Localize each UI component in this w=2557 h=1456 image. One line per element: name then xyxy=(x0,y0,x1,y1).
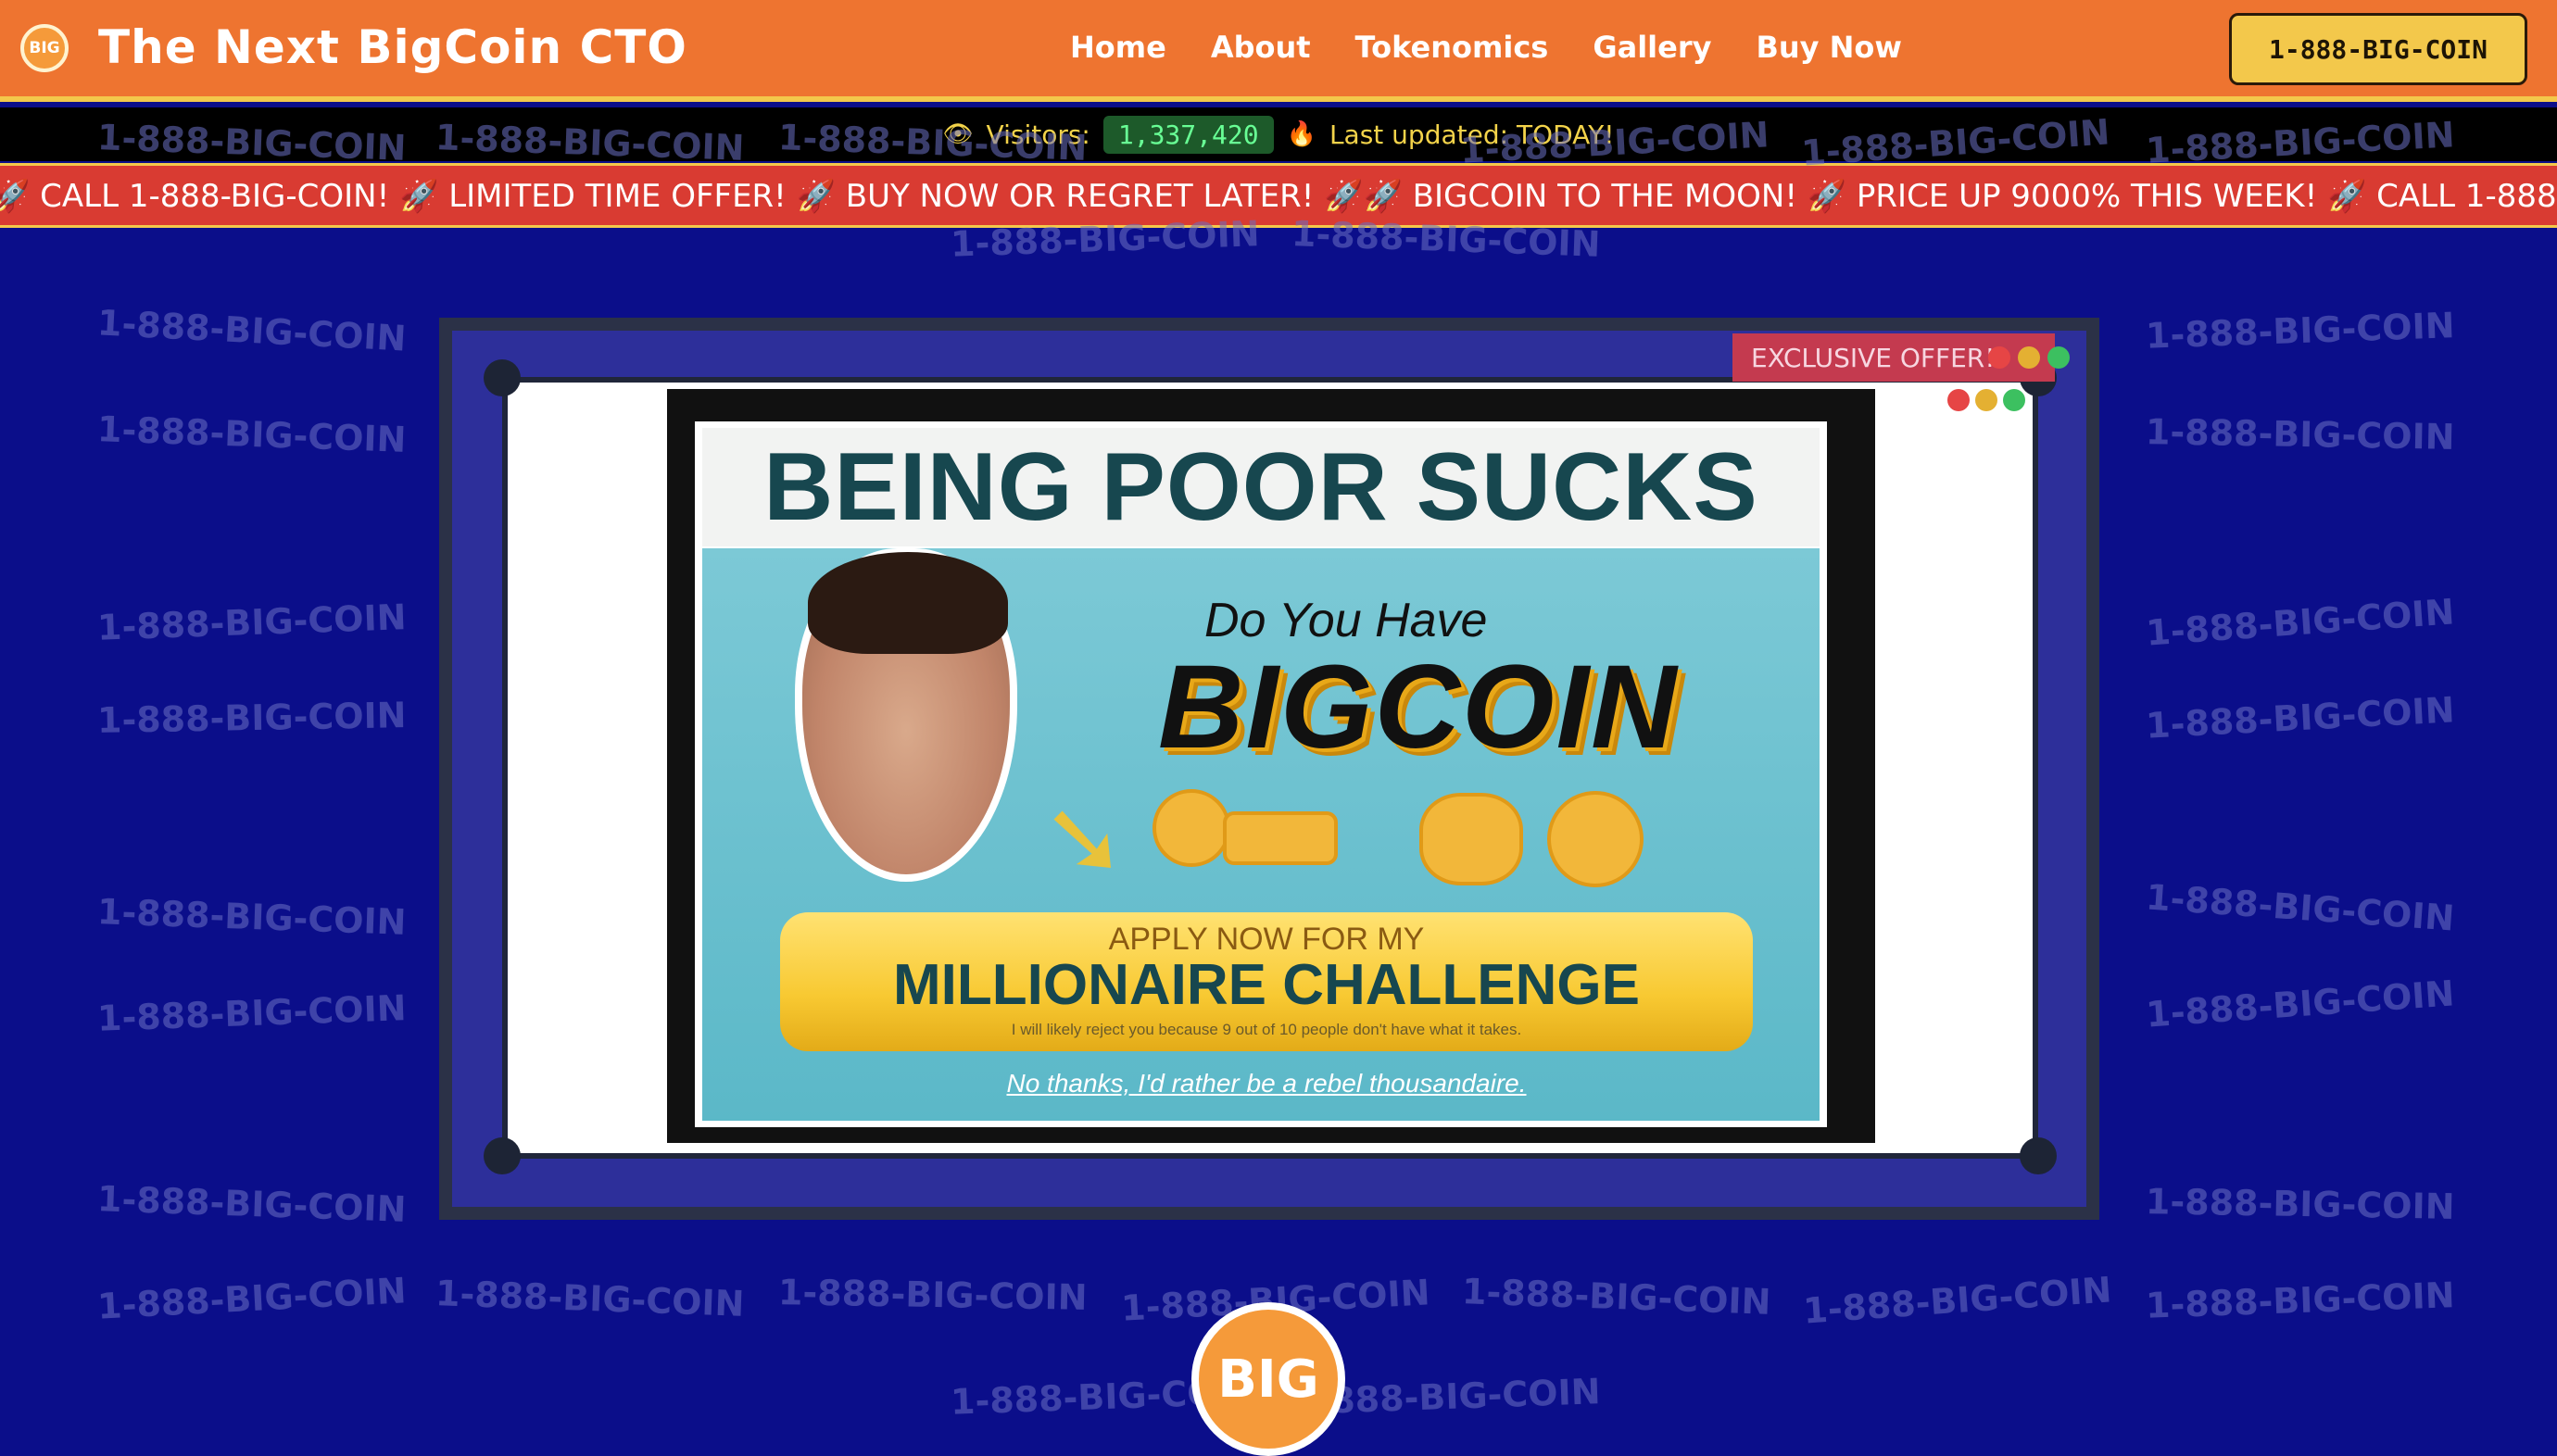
coin-icon xyxy=(1547,791,1644,887)
minimize-dot-icon[interactable] xyxy=(2018,346,2040,369)
nav-gallery[interactable]: Gallery xyxy=(1593,30,1711,65)
site-header: BIG The Next BigCoin CTO Home About Toke… xyxy=(0,0,2557,102)
no-thanks-link[interactable]: No thanks, I'd rather be a rebel thousan… xyxy=(780,1069,1753,1098)
close-dot-icon[interactable] xyxy=(1947,389,1970,411)
watermark: 1-888-BIG-COIN xyxy=(1461,1271,1772,1323)
watermark: 1-888-BIG-COIN xyxy=(1801,1269,2113,1332)
hair xyxy=(808,552,1008,654)
close-dot-icon[interactable] xyxy=(1988,346,2010,369)
watermark: 1-888-BIG-COIN xyxy=(2144,973,2456,1036)
coin-icon xyxy=(1153,789,1230,867)
watermark: 1-888-BIG-COIN xyxy=(96,987,408,1039)
watermark: 1-888-BIG-COIN xyxy=(96,408,408,460)
main-nav: Home About Tokenomics Gallery Buy Now xyxy=(1070,30,1902,65)
coin-stack-icon xyxy=(1223,811,1338,865)
nav-home[interactable]: Home xyxy=(1070,30,1166,65)
nav-buy-now[interactable]: Buy Now xyxy=(1756,30,1902,65)
watermark: 1-888-BIG-COIN xyxy=(96,1270,408,1327)
ad-brand-text: BIGCOIN xyxy=(1158,641,1679,773)
bigcoin-logo-icon[interactable]: BIG xyxy=(20,24,69,72)
watermark: 1-888-BIG-COIN xyxy=(96,302,408,359)
promo-ticker: 🚀 CALL 1-888-BIG-COIN! 🚀 LIMITED TIME OF… xyxy=(0,163,2557,228)
nav-about[interactable]: About xyxy=(1211,30,1311,65)
watermark: 1-888-BIG-COIN xyxy=(2145,1274,2456,1326)
watermark: 1-888-BIG-COIN xyxy=(777,1272,1088,1318)
bigcoin-coin-logo[interactable]: BIG xyxy=(1191,1302,1345,1456)
frame-corner xyxy=(484,359,521,396)
ad-headline: BEING POOR SUCKS xyxy=(702,428,1820,546)
maximize-dot-icon[interactable] xyxy=(2003,389,2025,411)
ticker-text: 🚀 CALL 1-888-BIG-COIN! 🚀 LIMITED TIME OF… xyxy=(0,178,2557,215)
watermark: 1-888-BIG-COIN xyxy=(2145,1181,2455,1227)
minimize-dot-icon[interactable] xyxy=(1975,389,1997,411)
frame-corner xyxy=(2020,1137,2057,1174)
maximize-dot-icon[interactable] xyxy=(2047,346,2070,369)
watermark: 1-888-BIG-COIN xyxy=(435,1273,746,1324)
visitor-counter: 1,337,420 xyxy=(1102,115,1274,154)
watermark: 1-888-BIG-COIN xyxy=(96,596,408,648)
cta-main-text: MILLIONAIRE CHALLENGE xyxy=(893,953,1640,1017)
watermark: 1-888-BIG-COIN xyxy=(2145,305,2456,357)
watermark: 1-888-BIG-COIN xyxy=(96,1178,408,1230)
watermark: 1-888-BIG-COIN xyxy=(2145,411,2455,458)
watermark: 1-888-BIG-COIN xyxy=(2144,876,2456,939)
nav-tokenomics[interactable]: Tokenomics xyxy=(1355,30,1549,65)
watermark: 1-888-BIG-COIN xyxy=(96,891,408,943)
watermark: 1-888-BIG-COIN xyxy=(2145,689,2456,747)
frame-corner xyxy=(484,1137,521,1174)
watermark: 1-888-BIG-COIN xyxy=(96,695,407,741)
arrow-icon: ➘ xyxy=(1041,779,1127,897)
site-title[interactable]: The Next BigCoin CTO xyxy=(98,20,687,74)
phone-call-button[interactable]: 1-888-BIG-COIN xyxy=(2229,13,2527,85)
fire-icon: 🔥 xyxy=(1286,120,1316,148)
coin-stack-icon xyxy=(1419,793,1523,885)
cta-disclaimer: I will likely reject you because 9 out o… xyxy=(1011,1021,1522,1038)
watermark: 1-888-BIG-COIN xyxy=(2144,591,2456,654)
